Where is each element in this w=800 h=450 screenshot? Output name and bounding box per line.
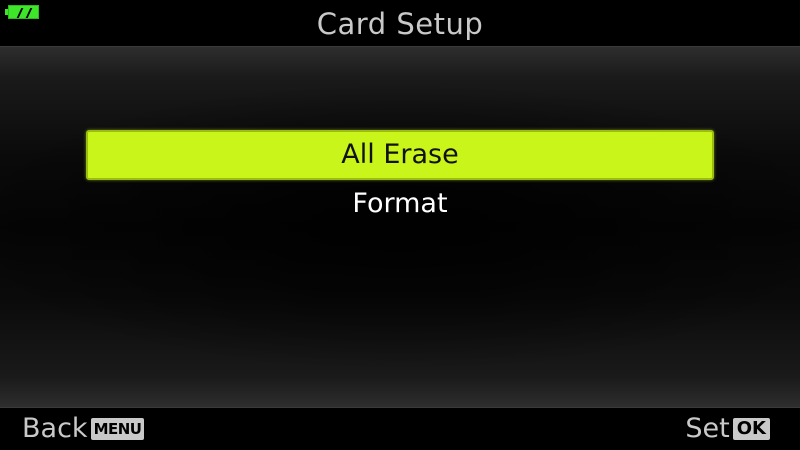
menu-item-all-erase[interactable]: All Erase [86,130,714,180]
back-button[interactable]: Back MENU [22,410,145,448]
ok-key-icon: OK [732,418,770,440]
back-label: Back [22,413,88,444]
camera-menu-screen: Card Setup All Erase Format Back MENU Se… [0,0,800,450]
page-title: Card Setup [316,7,484,41]
menu-key-icon: MENU [90,418,145,440]
set-button[interactable]: Set OK [685,410,770,448]
footer-bar: Back MENU Set OK [0,408,800,450]
menu-item-format[interactable]: Format [86,180,714,228]
menu-list: All Erase Format [0,130,800,228]
set-label: Set [685,413,730,444]
